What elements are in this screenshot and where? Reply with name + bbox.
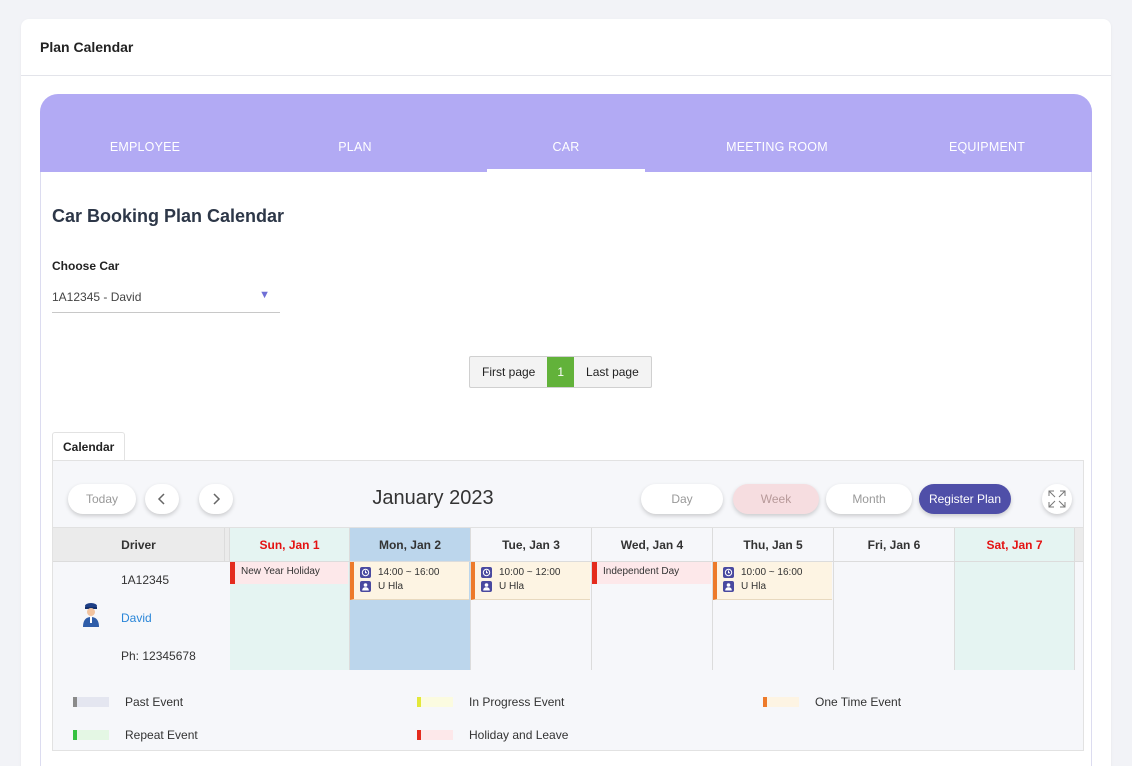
person-icon — [481, 580, 492, 592]
day-header-mon: Mon, Jan 2 — [350, 528, 471, 562]
person-icon — [360, 580, 371, 592]
clock-icon — [360, 566, 371, 578]
legend-swatch — [417, 697, 453, 707]
booking-event[interactable]: 14:00 ~ 16:00 U Hla — [350, 562, 469, 600]
day-column-fri[interactable] — [834, 562, 955, 670]
page-title: Plan Calendar — [40, 39, 134, 55]
day-header-tue: Tue, Jan 3 — [471, 528, 592, 562]
dropdown-arrow-icon: ▼ — [259, 289, 270, 301]
driver-car-number: 1A12345 — [121, 573, 170, 587]
section-title: Car Booking Plan Calendar — [52, 206, 285, 226]
legend-swatch — [763, 697, 799, 707]
plan-calendar-card: Plan Calendar EMPLOYEE PLAN CAR MEETING … — [21, 19, 1111, 766]
week-grid: Driver Sun, Jan 1 Mon, Jan 2 Tue, Jan 3 … — [53, 527, 1083, 670]
event-person: U Hla — [741, 580, 767, 592]
event-time: 14:00 ~ 16:00 — [378, 566, 440, 578]
day-column-sat[interactable] — [955, 562, 1075, 670]
day-view-button[interactable]: Day — [641, 484, 723, 514]
event-time: 10:00 ~ 16:00 — [741, 566, 803, 578]
next-button[interactable] — [199, 484, 233, 514]
event-time: 10:00 ~ 12:00 — [499, 566, 561, 578]
fullscreen-button[interactable] — [1042, 484, 1072, 514]
legend-item: In Progress Event — [417, 695, 564, 709]
driver-cell: 1A12345 David Ph: 12345678 — [53, 562, 230, 670]
legend-swatch — [417, 730, 453, 740]
day-header-sun: Sun, Jan 1 — [230, 528, 350, 562]
legend-swatch — [73, 730, 109, 740]
legend-item: Past Event — [73, 695, 183, 709]
tab-employee[interactable]: EMPLOYEE — [40, 94, 250, 172]
clock-icon — [481, 566, 492, 578]
day-column-tue[interactable]: 10:00 ~ 12:00 U Hla — [471, 562, 592, 670]
legend-swatch — [73, 697, 109, 707]
today-button[interactable]: Today — [68, 484, 136, 514]
day-column-wed[interactable]: Independent Day — [592, 562, 713, 670]
tab-meeting-room[interactable]: MEETING ROOM — [672, 94, 882, 172]
calendar-box: Today January 2023 Day Week Month Regist… — [52, 460, 1084, 751]
day-header-wed: Wed, Jan 4 — [592, 528, 713, 562]
choose-car-label: Choose Car — [52, 259, 120, 273]
person-icon — [723, 580, 734, 592]
chevron-right-icon — [213, 493, 221, 505]
car-select-value: 1A12345 - David — [52, 290, 142, 304]
last-page-button[interactable]: Last page — [574, 357, 651, 387]
car-select[interactable]: 1A12345 - David ▼ — [52, 285, 280, 313]
current-page-button[interactable]: 1 — [547, 357, 575, 387]
booking-panel: EMPLOYEE PLAN CAR MEETING ROOM EQUIPMENT… — [40, 94, 1092, 766]
calendar-title: January 2023 — [372, 487, 494, 509]
day-column-thu[interactable]: 10:00 ~ 16:00 U Hla — [713, 562, 834, 670]
tab-plan[interactable]: PLAN — [250, 94, 460, 172]
legend-item: Repeat Event — [73, 728, 198, 742]
day-header-fri: Fri, Jan 6 — [834, 528, 955, 562]
driver-header: Driver — [53, 528, 225, 562]
event-legend: Past Event In Progress Event One Time Ev… — [53, 670, 1083, 750]
calendar-tab[interactable]: Calendar — [52, 432, 126, 460]
legend-label: One Time Event — [815, 695, 902, 709]
chevron-left-icon — [157, 493, 165, 505]
week-view-button[interactable]: Week — [733, 484, 819, 514]
day-column-sun[interactable]: New Year Holiday — [230, 562, 350, 670]
booking-event[interactable]: 10:00 ~ 16:00 U Hla — [713, 562, 832, 600]
holiday-event[interactable]: Independent Day — [592, 562, 711, 584]
register-plan-button[interactable]: Register Plan — [919, 484, 1011, 514]
legend-item: One Time Event — [763, 695, 901, 709]
holiday-event[interactable]: New Year Holiday — [230, 562, 348, 584]
day-header-thu: Thu, Jan 5 — [713, 528, 834, 562]
legend-label: In Progress Event — [469, 695, 565, 709]
prev-button[interactable] — [145, 484, 179, 514]
first-page-button[interactable]: First page — [470, 357, 547, 387]
day-header-sat: Sat, Jan 7 — [955, 528, 1075, 562]
category-tabbar: EMPLOYEE PLAN CAR MEETING ROOM EQUIPMENT — [40, 94, 1092, 172]
tab-car[interactable]: CAR — [461, 94, 671, 172]
tab-equipment[interactable]: EQUIPMENT — [882, 94, 1092, 172]
scrollbar-spacer — [1075, 528, 1083, 562]
legend-label: Past Event — [125, 695, 184, 709]
driver-avatar-icon — [81, 602, 101, 631]
expand-icon — [1048, 490, 1066, 508]
event-person: U Hla — [499, 580, 525, 592]
legend-label: Repeat Event — [125, 728, 198, 742]
event-person: U Hla — [378, 580, 404, 592]
driver-name-link[interactable]: David — [121, 611, 152, 625]
legend-label: Holiday and Leave — [469, 728, 569, 742]
pagination: First page 1 Last page — [469, 356, 652, 388]
clock-icon — [723, 566, 734, 578]
booking-event[interactable]: 10:00 ~ 12:00 U Hla — [471, 562, 590, 600]
title-divider — [21, 75, 1111, 76]
day-column-mon[interactable]: 14:00 ~ 16:00 U Hla — [350, 562, 471, 670]
legend-item: Holiday and Leave — [417, 728, 568, 742]
month-view-button[interactable]: Month — [826, 484, 912, 514]
driver-phone: Ph: 12345678 — [121, 649, 196, 663]
